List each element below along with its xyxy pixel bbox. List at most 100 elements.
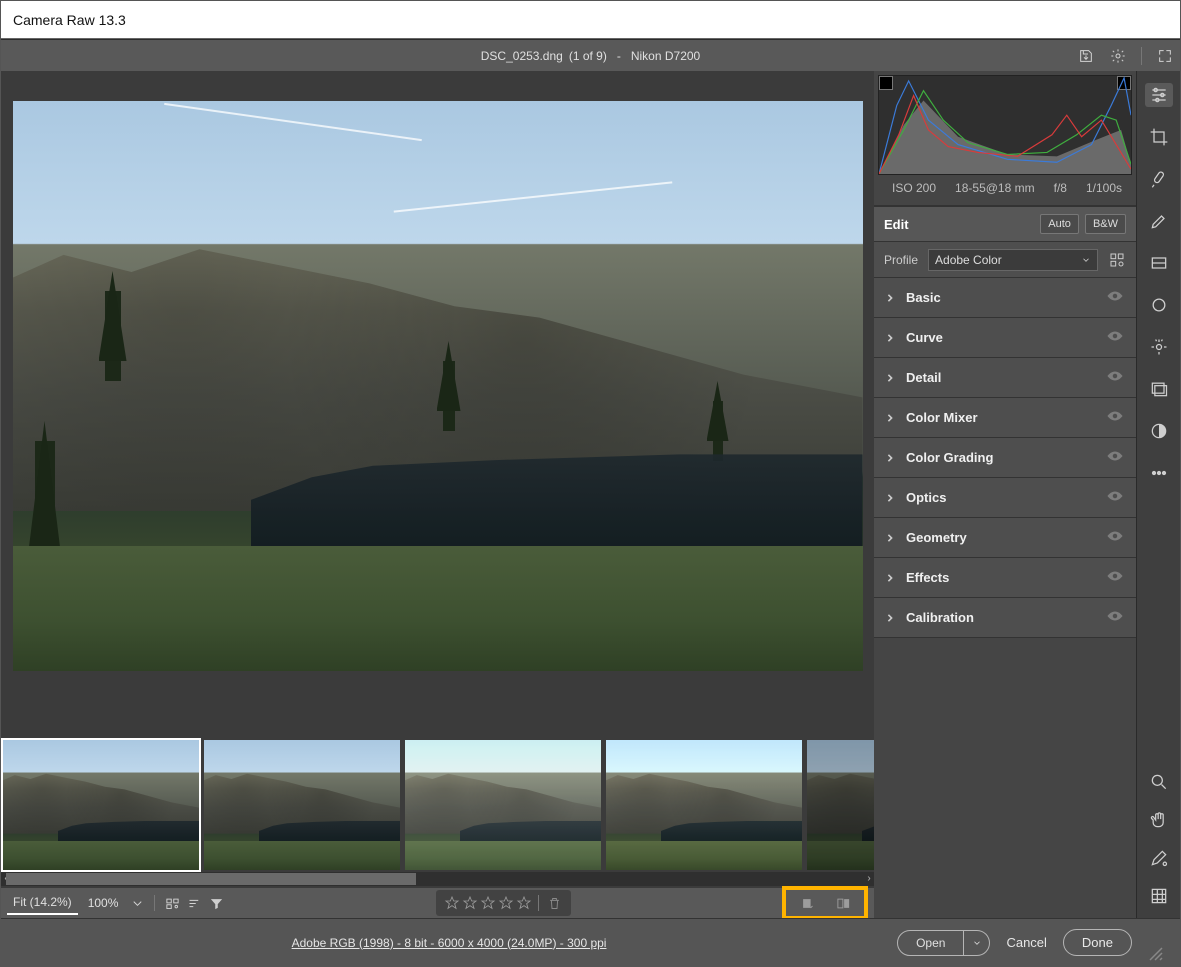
- tree: [443, 361, 455, 431]
- zoom-fit[interactable]: Fit (14.2%): [7, 891, 78, 915]
- open-button[interactable]: Open: [897, 930, 964, 956]
- histogram[interactable]: [878, 75, 1132, 175]
- main-image-preview[interactable]: [13, 101, 863, 671]
- filmstrip-thumb[interactable]: [204, 740, 400, 870]
- graduated-filter-icon[interactable]: [1145, 251, 1173, 275]
- workflow-options-link[interactable]: Adobe RGB (1998) - 8 bit - 6000 x 4000 (…: [292, 936, 607, 950]
- visibility-eye-icon[interactable]: [1106, 569, 1124, 586]
- panel-label: Basic: [906, 290, 941, 305]
- cancel-button[interactable]: Cancel: [1006, 935, 1046, 950]
- chevron-right-icon: [886, 294, 894, 302]
- panel-label: Calibration: [906, 610, 974, 625]
- profile-label: Profile: [884, 253, 918, 267]
- camera-model: Nikon D7200: [631, 49, 700, 63]
- panel-label: Detail: [906, 370, 941, 385]
- bw-button[interactable]: B&W: [1085, 214, 1126, 234]
- hand-pan-icon[interactable]: [1145, 808, 1173, 832]
- filmstrip: ‹ ›: [1, 738, 874, 888]
- open-split-button[interactable]: Open: [897, 930, 990, 956]
- presets-swirl-icon[interactable]: [1145, 419, 1173, 443]
- sort-icon[interactable]: [185, 894, 203, 912]
- open-dropdown-icon[interactable]: [964, 930, 990, 956]
- chevron-right-icon: [886, 454, 894, 462]
- filter-funnel-icon[interactable]: [207, 894, 225, 912]
- profile-browser-icon[interactable]: [1108, 251, 1126, 269]
- adjustment-brush-icon[interactable]: [1145, 209, 1173, 233]
- panel-label: Color Grading: [906, 450, 993, 465]
- app-title: Camera Raw 13.3: [13, 12, 126, 28]
- healing-brush-icon[interactable]: [1145, 167, 1173, 191]
- lens-value: 18-55@18 mm: [955, 181, 1035, 195]
- filmstrip-thumb[interactable]: [606, 740, 802, 870]
- scrollbar-handle[interactable]: [6, 873, 416, 885]
- panel-calibration[interactable]: Calibration: [874, 598, 1136, 638]
- panel-label: Optics: [906, 490, 946, 505]
- tool-strip: [1136, 71, 1180, 918]
- star-icon[interactable]: [516, 895, 532, 911]
- edit-panels-accordion: Basic Curve Detail Color Mixer: [874, 278, 1136, 918]
- panel-basic[interactable]: Basic: [874, 278, 1136, 318]
- visibility-eye-icon[interactable]: [1106, 529, 1124, 546]
- star-icon[interactable]: [444, 895, 460, 911]
- filmstrip-thumb[interactable]: [3, 740, 199, 870]
- before-after-single-icon[interactable]: [798, 894, 816, 912]
- star-icon[interactable]: [480, 895, 496, 911]
- before-after-split-icon[interactable]: [834, 894, 852, 912]
- star-icon[interactable]: [462, 895, 478, 911]
- more-options-icon[interactable]: [1145, 461, 1173, 485]
- panel-label: Color Mixer: [906, 410, 978, 425]
- edit-panel: ISO 200 18-55@18 mm f/8 1/100s Edit Auto…: [874, 71, 1136, 918]
- visibility-eye-icon[interactable]: [1106, 609, 1124, 626]
- grid-view-icon[interactable]: [163, 894, 181, 912]
- crop-icon[interactable]: [1145, 125, 1173, 149]
- exposure-metadata: ISO 200 18-55@18 mm f/8 1/100s: [878, 175, 1132, 201]
- visibility-eye-icon[interactable]: [1106, 449, 1124, 466]
- profile-row: Profile Adobe Color: [874, 242, 1136, 278]
- panel-geometry[interactable]: Geometry: [874, 518, 1136, 558]
- zoom-100[interactable]: 100%: [82, 892, 125, 914]
- panel-label: Curve: [906, 330, 943, 345]
- color-sampler-icon[interactable]: [1145, 846, 1173, 870]
- save-icon[interactable]: [1077, 47, 1095, 65]
- visibility-eye-icon[interactable]: [1106, 369, 1124, 386]
- tree: [105, 291, 121, 381]
- resize-grip-icon[interactable]: [1148, 946, 1164, 962]
- grid-overlay-icon[interactable]: [1145, 884, 1173, 908]
- zoom-magnifier-icon[interactable]: [1145, 770, 1173, 794]
- compare-view-group: [782, 886, 868, 920]
- panel-curve[interactable]: Curve: [874, 318, 1136, 358]
- chevron-right-icon: [886, 494, 894, 502]
- delete-icon[interactable]: [545, 894, 563, 912]
- visibility-eye-icon[interactable]: [1106, 289, 1124, 306]
- visibility-eye-icon[interactable]: [1106, 329, 1124, 346]
- panel-color-grading[interactable]: Color Grading: [874, 438, 1136, 478]
- panel-detail[interactable]: Detail: [874, 358, 1136, 398]
- snapshots-icon[interactable]: [1145, 377, 1173, 401]
- done-button[interactable]: Done: [1063, 929, 1132, 956]
- edit-sliders-icon[interactable]: [1145, 83, 1173, 107]
- panel-optics[interactable]: Optics: [874, 478, 1136, 518]
- visibility-eye-icon[interactable]: [1106, 409, 1124, 426]
- zoom-dropdown-icon[interactable]: [128, 894, 146, 912]
- visibility-eye-icon[interactable]: [1106, 489, 1124, 506]
- filmstrip-thumb[interactable]: [807, 740, 874, 870]
- panel-effects[interactable]: Effects: [874, 558, 1136, 598]
- fullscreen-icon[interactable]: [1156, 47, 1174, 65]
- file-dash: -: [613, 49, 625, 63]
- star-icon[interactable]: [498, 895, 514, 911]
- chevron-down-icon: [1081, 255, 1091, 265]
- radial-filter-icon[interactable]: [1145, 293, 1173, 317]
- histogram-chart: [879, 76, 1131, 174]
- settings-gear-icon[interactable]: [1109, 47, 1127, 65]
- filmstrip-thumb[interactable]: [405, 740, 601, 870]
- panel-color-mixer[interactable]: Color Mixer: [874, 398, 1136, 438]
- redeye-icon[interactable]: [1145, 335, 1173, 359]
- filmstrip-scrollbar[interactable]: ‹ ›: [1, 872, 874, 886]
- scroll-right-arrow[interactable]: ›: [864, 872, 874, 886]
- chevron-right-icon: [886, 334, 894, 342]
- profile-select[interactable]: Adobe Color: [928, 249, 1098, 271]
- panel-label: Effects: [906, 570, 949, 585]
- auto-button[interactable]: Auto: [1040, 214, 1079, 234]
- chevron-right-icon: [886, 534, 894, 542]
- preview-area[interactable]: [1, 71, 874, 738]
